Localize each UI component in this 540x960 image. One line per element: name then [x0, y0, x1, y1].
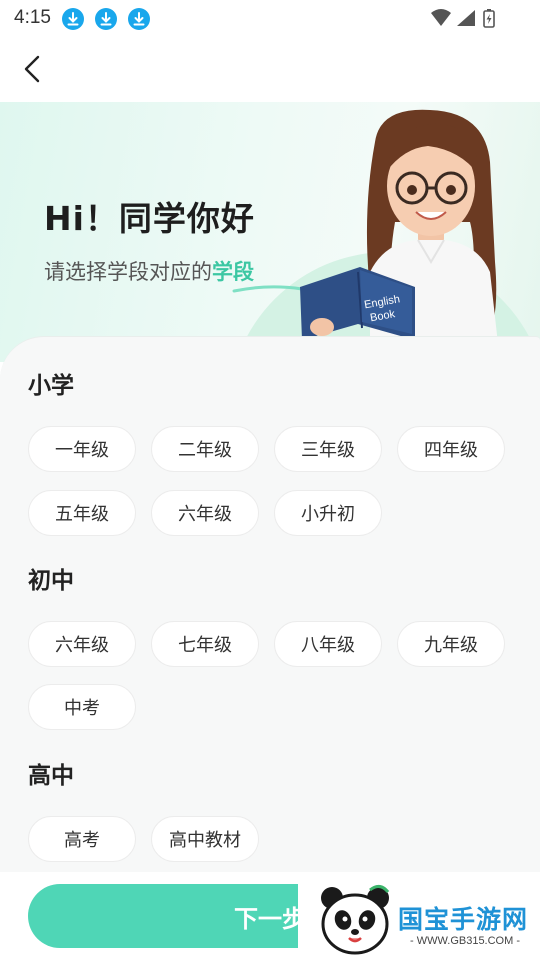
download-notification-icon	[95, 8, 117, 30]
section-title-senior-high: 高中	[28, 763, 74, 789]
grade-chip[interactable]: 七年级	[151, 621, 259, 667]
download-notification-icon	[128, 8, 150, 30]
highlight-underline	[232, 285, 304, 293]
panda-logo-icon	[321, 885, 390, 955]
grade-chip[interactable]: 四年级	[397, 426, 505, 472]
watermark-site: - WWW.GB315.COM -	[410, 935, 520, 947]
subtitle-text: 请选择学段对应的	[44, 260, 212, 284]
watermark-brand: 国宝手游网	[398, 905, 529, 934]
grade-chip[interactable]: 中考	[28, 684, 136, 730]
chevron-left-icon	[24, 55, 40, 83]
grade-chip[interactable]: 三年级	[274, 426, 382, 472]
section-title-primary: 小学	[28, 373, 74, 399]
grade-chip[interactable]: 六年级	[28, 621, 136, 667]
greeting-subtitle: 请选择学段对应的学段	[44, 256, 254, 286]
grade-chip[interactable]: 五年级	[28, 490, 136, 536]
status-bar: 4:15	[0, 0, 540, 36]
grade-chip[interactable]: 高中教材	[151, 816, 259, 862]
grade-chip[interactable]: 二年级	[151, 426, 259, 472]
status-time: 4:15	[14, 7, 51, 28]
section-title-junior-high: 初中	[28, 568, 74, 594]
hero-banner: Hi！同学你好 请选择学段对应的学段 English Book	[0, 102, 540, 362]
grade-chip[interactable]: 小升初	[274, 490, 382, 536]
grade-chip[interactable]: 一年级	[28, 426, 136, 472]
watermark: 国宝手游网 - WWW.GB315.COM -	[298, 876, 540, 960]
download-notification-icon	[62, 8, 84, 30]
grade-chip[interactable]: 八年级	[274, 621, 382, 667]
teacher-illustration: English Book	[300, 109, 500, 362]
back-button[interactable]	[18, 52, 50, 86]
grade-selection-panel	[0, 336, 540, 897]
grade-chip[interactable]: 高考	[28, 816, 136, 862]
subtitle-highlight: 学段	[212, 260, 254, 284]
grade-chip[interactable]: 九年级	[397, 621, 505, 667]
system-status-icons	[431, 9, 495, 28]
greeting-title: Hi！同学你好	[44, 199, 255, 238]
grade-chip[interactable]: 六年级	[151, 490, 259, 536]
